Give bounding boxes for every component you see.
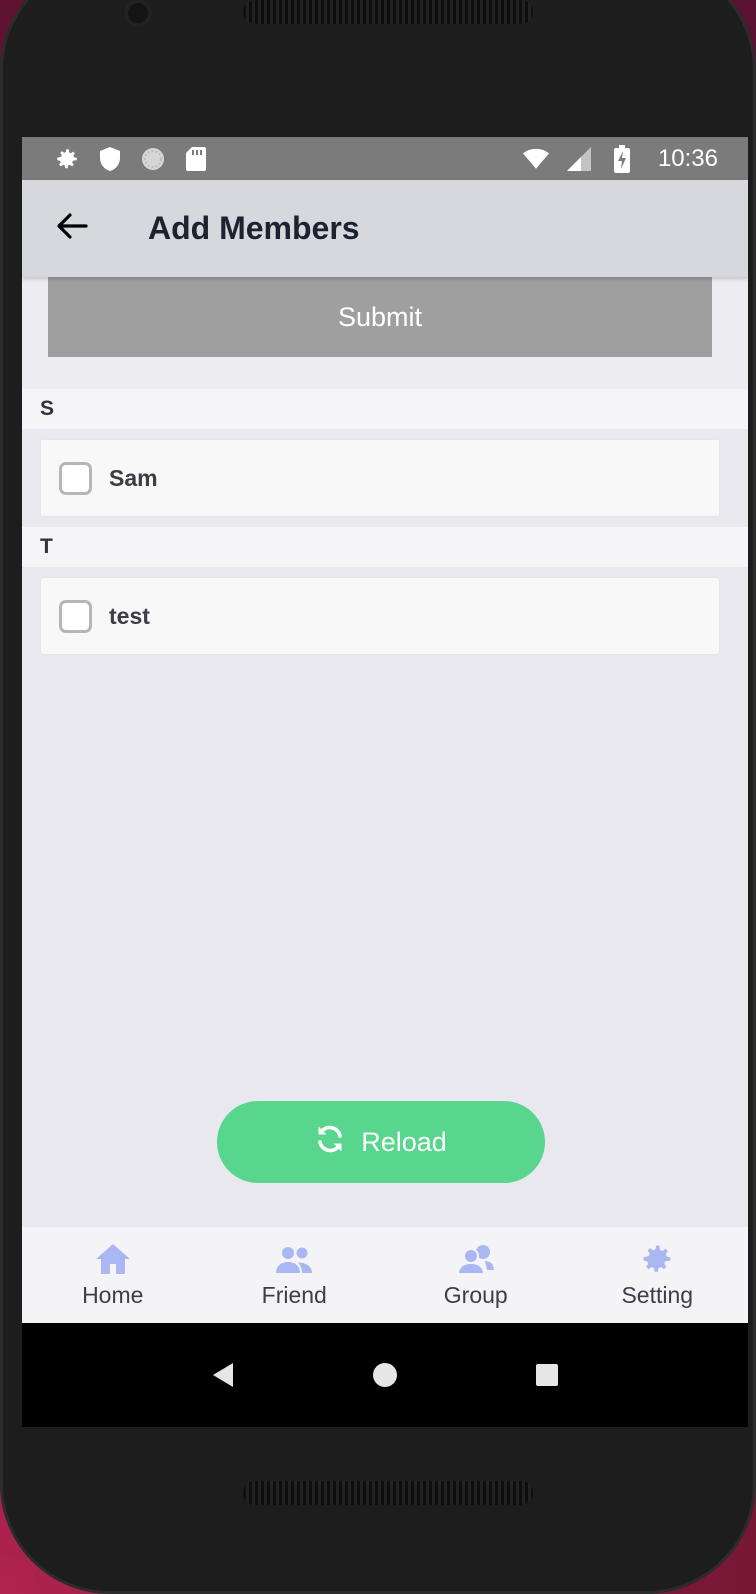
tab-label: Home [82,1281,144,1308]
wifi-icon [522,146,549,172]
member-row-test[interactable]: test [40,577,720,655]
tab-group[interactable]: Group [401,1242,551,1309]
signal-icon [566,146,592,172]
member-name: Sam [109,464,158,491]
member-checkbox[interactable] [59,461,92,495]
reload-label: Reload [361,1126,447,1157]
back-button[interactable] [44,201,100,257]
tab-setting[interactable]: Setting [582,1242,732,1309]
nav-recents-button[interactable] [523,1351,571,1399]
top-speaker [243,0,533,24]
gear-icon [638,1242,676,1276]
gear-icon [54,146,80,172]
bottom-tab-bar: Home Friend Group Setting [22,1227,748,1323]
friends-icon [275,1242,313,1276]
tab-label: Setting [621,1281,694,1308]
status-bar: 10:36 [22,137,748,180]
group-icon [456,1242,495,1276]
submit-button[interactable]: Submit [48,277,712,357]
camera-lens [124,0,152,27]
submit-area: Submit [22,277,748,390]
nav-home-button[interactable] [361,1351,409,1399]
section-header-t: T [22,527,748,567]
bottom-speaker [243,1481,533,1505]
battery-charging-icon [609,144,635,173]
reload-button[interactable]: Reload [217,1101,545,1183]
system-nav-bar [22,1323,748,1427]
clock: 10:36 [657,144,718,172]
shield-icon [97,146,123,172]
member-row-sam[interactable]: Sam [40,439,720,517]
sync-icon [140,146,166,172]
arrow-left-icon [56,212,88,245]
nav-back-button[interactable] [199,1351,247,1399]
tab-friend[interactable]: Friend [219,1242,369,1309]
tab-home[interactable]: Home [38,1242,188,1309]
member-name: test [109,602,150,629]
member-checkbox[interactable] [59,599,92,633]
tab-label: Friend [261,1281,327,1308]
sd-card-icon [183,146,209,172]
app-screen: 10:36 Add Members Submit S Sam T test Re… [22,137,748,1427]
circle-home-icon [373,1363,397,1387]
app-bar: Add Members [22,180,748,277]
home-icon [94,1242,132,1276]
square-recents-icon [536,1364,558,1386]
section-header-s: S [22,389,748,429]
page-title: Add Members [148,210,360,246]
tab-label: Group [443,1281,508,1308]
refresh-icon [315,1124,345,1161]
triangle-back-icon [213,1363,233,1387]
